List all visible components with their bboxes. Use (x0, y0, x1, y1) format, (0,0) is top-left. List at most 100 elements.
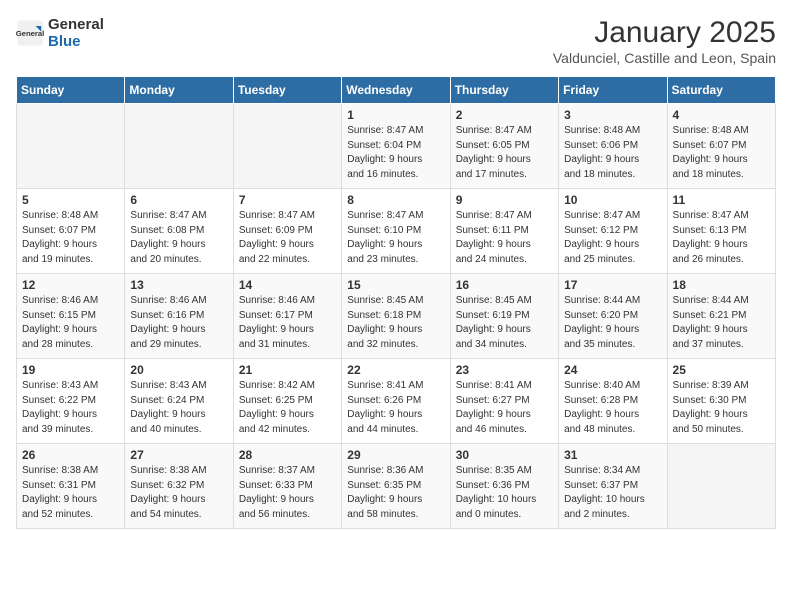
day-info: Sunrise: 8:46 AM Sunset: 6:15 PM Dayligh… (22, 294, 119, 352)
day-info: Sunrise: 8:47 AM Sunset: 6:04 PM Dayligh… (347, 124, 444, 182)
calendar-week-row: 12Sunrise: 8:46 AM Sunset: 6:15 PM Dayli… (17, 274, 776, 359)
calendar-cell: 13 Sunrise: 8:46 AM Sunset: 6:16 PM Dayli… (125, 274, 233, 359)
day-info: Sunrise: 8:39 AM Sunset: 6:30 PM Dayligh… (673, 379, 770, 437)
calendar-cell: 23 Sunrise: 8:41 AM Sunset: 6:27 PM Dayli… (450, 359, 558, 444)
day-info: Sunrise: 8:38 AM Sunset: 6:31 PM Dayligh… (22, 464, 119, 522)
calendar-cell: 11 Sunrise: 8:47 AM Sunset: 6:13 PM Dayli… (667, 189, 775, 274)
calendar-cell: 31Sunrise: 8:34 AM Sunset: 6:37 PM Dayli… (559, 444, 667, 529)
day-info: Sunrise: 8:46 AM Sunset: 6:16 PM Dayligh… (130, 294, 227, 352)
day-number: 2 (456, 108, 553, 122)
day-number: 9 (456, 193, 553, 207)
day-number: 13 (130, 278, 227, 292)
calendar-cell: 20Sunrise: 8:43 AM Sunset: 6:24 PM Dayli… (125, 359, 233, 444)
calendar-cell: 15Sunrise: 8:45 AM Sunset: 6:18 PM Dayli… (342, 274, 450, 359)
day-info: Sunrise: 8:44 AM Sunset: 6:20 PM Dayligh… (564, 294, 661, 352)
calendar-cell (125, 104, 233, 189)
day-number: 27 (130, 448, 227, 462)
calendar-cell: 7 Sunrise: 8:47 AM Sunset: 6:09 PM Daylig… (233, 189, 341, 274)
day-info: Sunrise: 8:34 AM Sunset: 6:37 PM Dayligh… (564, 464, 661, 522)
calendar-cell (233, 104, 341, 189)
day-info: Sunrise: 8:40 AM Sunset: 6:28 PM Dayligh… (564, 379, 661, 437)
calendar-cell: 28 Sunrise: 8:37 AM Sunset: 6:33 PM Dayli… (233, 444, 341, 529)
header: General General Blue January 2025 Valdun… (16, 16, 776, 66)
day-number: 8 (347, 193, 444, 207)
calendar-cell: 25 Sunrise: 8:39 AM Sunset: 6:30 PM Dayli… (667, 359, 775, 444)
weekday-header-row: SundayMondayTuesdayWednesdayThursdayFrid… (17, 77, 776, 104)
day-number: 26 (22, 448, 119, 462)
calendar-cell: 9Sunrise: 8:47 AM Sunset: 6:11 PM Daylig… (450, 189, 558, 274)
calendar-cell: 1 Sunrise: 8:47 AM Sunset: 6:04 PM Daylig… (342, 104, 450, 189)
title-area: January 2025 Valdunciel, Castille and Le… (553, 16, 776, 66)
day-number: 28 (239, 448, 336, 462)
day-number: 29 (347, 448, 444, 462)
weekday-header: Friday (559, 77, 667, 104)
calendar-week-row: 1 Sunrise: 8:47 AM Sunset: 6:04 PM Daylig… (17, 104, 776, 189)
day-info: Sunrise: 8:37 AM Sunset: 6:33 PM Dayligh… (239, 464, 336, 522)
day-info: Sunrise: 8:47 AM Sunset: 6:09 PM Dayligh… (239, 209, 336, 267)
day-info: Sunrise: 8:48 AM Sunset: 6:07 PM Dayligh… (673, 124, 770, 182)
day-number: 7 (239, 193, 336, 207)
day-info: Sunrise: 8:45 AM Sunset: 6:18 PM Dayligh… (347, 294, 444, 352)
calendar-cell: 29Sunrise: 8:36 AM Sunset: 6:35 PM Dayli… (342, 444, 450, 529)
calendar-cell: 16Sunrise: 8:45 AM Sunset: 6:19 PM Dayli… (450, 274, 558, 359)
day-info: Sunrise: 8:47 AM Sunset: 6:12 PM Dayligh… (564, 209, 661, 267)
calendar-cell: 27 Sunrise: 8:38 AM Sunset: 6:32 PM Dayli… (125, 444, 233, 529)
calendar-cell (17, 104, 125, 189)
day-number: 17 (564, 278, 661, 292)
calendar-cell: 30 Sunrise: 8:35 AM Sunset: 6:36 PM Dayli… (450, 444, 558, 529)
day-number: 24 (564, 363, 661, 377)
day-number: 11 (673, 193, 770, 207)
day-info: Sunrise: 8:41 AM Sunset: 6:26 PM Dayligh… (347, 379, 444, 437)
day-info: Sunrise: 8:41 AM Sunset: 6:27 PM Dayligh… (456, 379, 553, 437)
day-number: 4 (673, 108, 770, 122)
calendar-cell: 10 Sunrise: 8:47 AM Sunset: 6:12 PM Dayli… (559, 189, 667, 274)
weekday-header: Thursday (450, 77, 558, 104)
day-number: 23 (456, 363, 553, 377)
calendar-title: January 2025 (553, 16, 776, 50)
calendar-cell: 21 Sunrise: 8:42 AM Sunset: 6:25 PM Dayli… (233, 359, 341, 444)
day-number: 21 (239, 363, 336, 377)
day-number: 3 (564, 108, 661, 122)
day-number: 22 (347, 363, 444, 377)
calendar-cell (667, 444, 775, 529)
calendar-subtitle: Valdunciel, Castille and Leon, Spain (553, 50, 776, 66)
calendar-cell: 12Sunrise: 8:46 AM Sunset: 6:15 PM Dayli… (17, 274, 125, 359)
day-info: Sunrise: 8:47 AM Sunset: 6:05 PM Dayligh… (456, 124, 553, 182)
day-info: Sunrise: 8:47 AM Sunset: 6:10 PM Dayligh… (347, 209, 444, 267)
day-info: Sunrise: 8:47 AM Sunset: 6:13 PM Dayligh… (673, 209, 770, 267)
logo-general-text: General (48, 16, 104, 33)
day-number: 14 (239, 278, 336, 292)
day-info: Sunrise: 8:48 AM Sunset: 6:07 PM Dayligh… (22, 209, 119, 267)
day-number: 6 (130, 193, 227, 207)
weekday-header: Tuesday (233, 77, 341, 104)
weekday-header: Monday (125, 77, 233, 104)
day-info: Sunrise: 8:46 AM Sunset: 6:17 PM Dayligh… (239, 294, 336, 352)
calendar-cell: 5Sunrise: 8:48 AM Sunset: 6:07 PM Daylig… (17, 189, 125, 274)
logo: General General Blue (16, 16, 104, 50)
calendar-cell: 6Sunrise: 8:47 AM Sunset: 6:08 PM Daylig… (125, 189, 233, 274)
calendar-cell: 26 Sunrise: 8:38 AM Sunset: 6:31 PM Dayli… (17, 444, 125, 529)
day-info: Sunrise: 8:45 AM Sunset: 6:19 PM Dayligh… (456, 294, 553, 352)
weekday-header: Sunday (17, 77, 125, 104)
day-number: 18 (673, 278, 770, 292)
day-info: Sunrise: 8:42 AM Sunset: 6:25 PM Dayligh… (239, 379, 336, 437)
day-number: 1 (347, 108, 444, 122)
day-number: 25 (673, 363, 770, 377)
calendar-week-row: 19 Sunrise: 8:43 AM Sunset: 6:22 PM Dayli… (17, 359, 776, 444)
calendar-week-row: 5Sunrise: 8:48 AM Sunset: 6:07 PM Daylig… (17, 189, 776, 274)
calendar-cell: 8 Sunrise: 8:47 AM Sunset: 6:10 PM Daylig… (342, 189, 450, 274)
day-number: 30 (456, 448, 553, 462)
day-info: Sunrise: 8:35 AM Sunset: 6:36 PM Dayligh… (456, 464, 553, 522)
calendar-cell: 18Sunrise: 8:44 AM Sunset: 6:21 PM Dayli… (667, 274, 775, 359)
calendar-week-row: 26 Sunrise: 8:38 AM Sunset: 6:31 PM Dayli… (17, 444, 776, 529)
day-info: Sunrise: 8:43 AM Sunset: 6:22 PM Dayligh… (22, 379, 119, 437)
calendar-table: SundayMondayTuesdayWednesdayThursdayFrid… (16, 76, 776, 529)
day-info: Sunrise: 8:43 AM Sunset: 6:24 PM Dayligh… (130, 379, 227, 437)
calendar-cell: 19 Sunrise: 8:43 AM Sunset: 6:22 PM Dayli… (17, 359, 125, 444)
day-info: Sunrise: 8:38 AM Sunset: 6:32 PM Dayligh… (130, 464, 227, 522)
calendar-cell: 22 Sunrise: 8:41 AM Sunset: 6:26 PM Dayli… (342, 359, 450, 444)
calendar-cell: 4 Sunrise: 8:48 AM Sunset: 6:07 PM Daylig… (667, 104, 775, 189)
calendar-cell: 14 Sunrise: 8:46 AM Sunset: 6:17 PM Dayli… (233, 274, 341, 359)
day-number: 10 (564, 193, 661, 207)
day-number: 19 (22, 363, 119, 377)
